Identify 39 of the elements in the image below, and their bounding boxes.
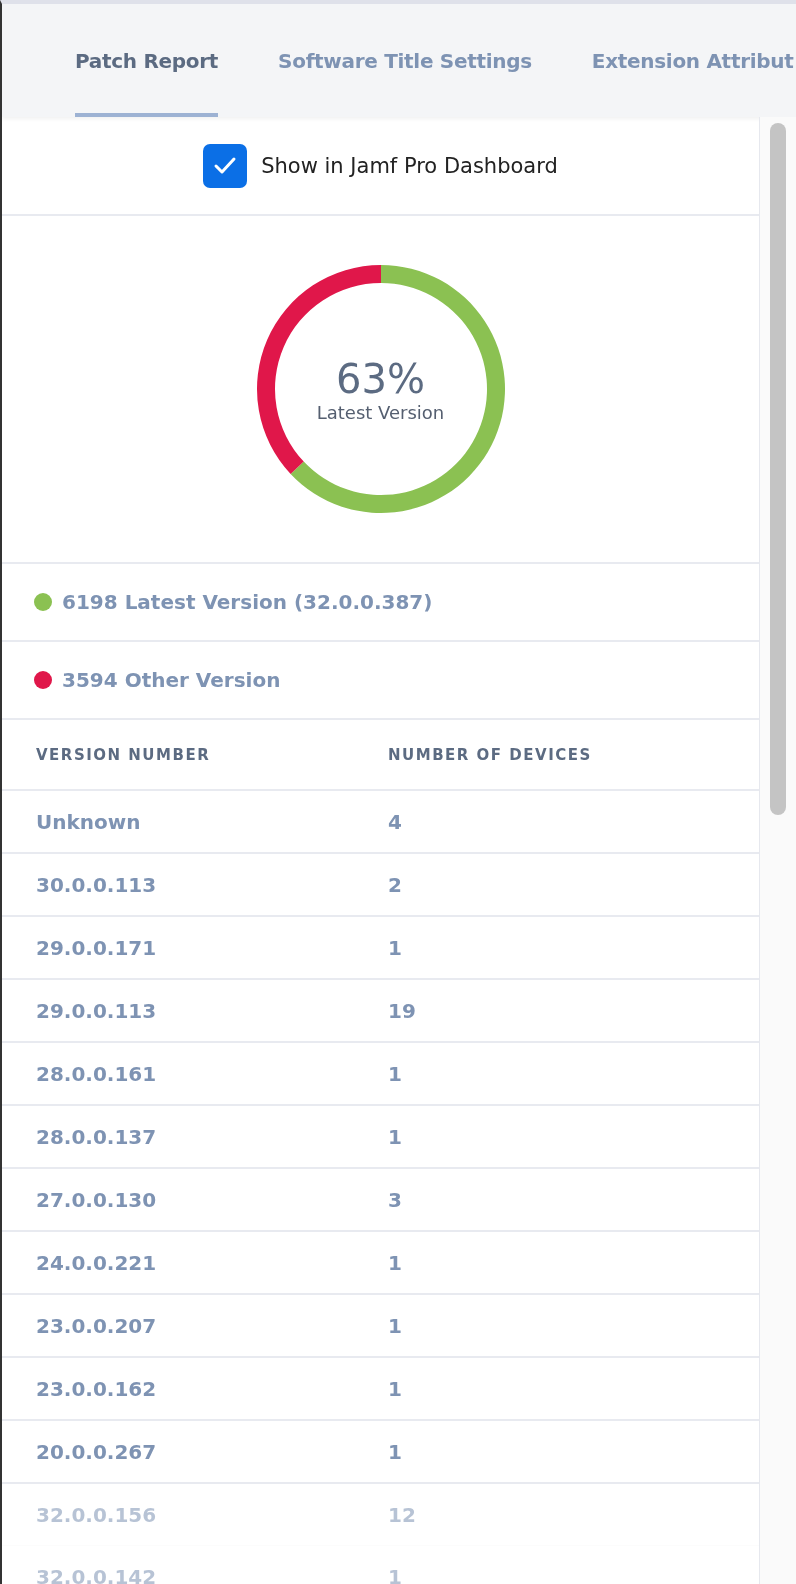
legend-label: 6198 Latest Version (32.0.0.387) — [62, 590, 433, 614]
table-cell-text: 19 — [388, 998, 417, 1023]
table-cell-text: 1 — [388, 1313, 403, 1338]
table-cell-text: 1 — [388, 1439, 403, 1464]
tab[interactable]: Patch Report — [75, 4, 219, 117]
column-header: NUMBER OF DEVICES — [388, 745, 593, 764]
table-cell-text: 20.0.0.267 — [36, 1439, 158, 1464]
table-cell-text: 1 — [388, 1376, 403, 1401]
table-cell-text: 27.0.0.130 — [36, 1187, 158, 1212]
table-cell-text: 1 — [388, 935, 403, 960]
table-cell-text: 32.0.0.156 — [36, 1502, 158, 1527]
table-cell-text: 29.0.0.171 — [36, 935, 158, 960]
legend-label: 3594 Other Version — [62, 668, 281, 692]
tab[interactable]: Extension Attribut — [591, 4, 794, 117]
table-cell-text: 1 — [388, 1061, 403, 1086]
table-cell-text: Unknown — [36, 809, 142, 834]
check-icon — [213, 155, 238, 176]
table-cell-text: 2 — [388, 872, 403, 897]
table-cell-text: 32.0.0.142 — [36, 1564, 158, 1584]
table-cell-text: 23.0.0.162 — [36, 1376, 158, 1401]
table-cell-text: 4 — [388, 809, 403, 834]
checkbox[interactable] — [203, 143, 248, 188]
percent-value: 63% — [336, 355, 425, 402]
table-cell-text: 12 — [388, 1502, 417, 1527]
table-cell-text: 24.0.0.221 — [36, 1250, 158, 1275]
table-cell-text: 1 — [388, 1564, 403, 1584]
table-cell-text: 28.0.0.137 — [36, 1124, 158, 1149]
column-header: VERSION NUMBER — [36, 745, 212, 764]
table-cell-text: 23.0.0.207 — [36, 1313, 158, 1338]
checkbox-label: Show in Jamf Pro Dashboard — [261, 153, 558, 178]
tab[interactable]: Software Title Settings — [278, 4, 532, 117]
table-cell-text: 29.0.0.113 — [36, 998, 158, 1023]
table-cell-text: 30.0.0.113 — [36, 872, 158, 897]
table-cell-text: 28.0.0.161 — [36, 1061, 158, 1086]
percent-caption: Latest Version — [316, 401, 445, 423]
table-cell-text: 1 — [388, 1250, 403, 1275]
scrollbar-thumb[interactable] — [770, 123, 786, 815]
table-cell-text: 1 — [388, 1124, 403, 1149]
table-cell-text: 3 — [388, 1187, 403, 1212]
